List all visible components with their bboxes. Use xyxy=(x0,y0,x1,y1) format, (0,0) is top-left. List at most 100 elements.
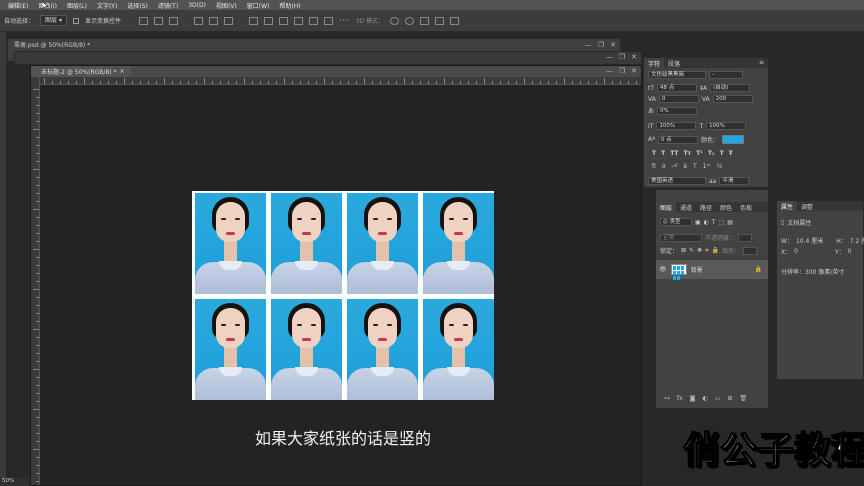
distribute-right-icon[interactable] xyxy=(323,16,333,25)
minimize-icon[interactable]: — xyxy=(585,41,592,49)
blend-mode-dropdown[interactable]: 正常 xyxy=(660,233,702,242)
lock-artboard-icon[interactable]: ⌗ xyxy=(705,247,708,255)
faux-italic-icon[interactable]: T xyxy=(661,150,665,157)
text-color-swatch[interactable] xyxy=(721,135,744,144)
panel-menu-icon[interactable]: ≡ xyxy=(755,58,768,68)
adjustment-layer-icon[interactable]: ◐ xyxy=(703,395,708,402)
auto-select-dropdown[interactable]: 图层 ▾ xyxy=(40,15,67,26)
filter-adjust-icon[interactable]: ◐ xyxy=(704,219,709,226)
link-layers-icon[interactable]: ⊶ xyxy=(664,395,670,402)
close-icon[interactable]: ✕ xyxy=(631,53,637,61)
menu-filter[interactable]: 滤镜(T) xyxy=(158,1,178,10)
show-transform-checkbox[interactable] xyxy=(72,17,79,24)
minimize-icon[interactable]: — xyxy=(606,53,613,61)
fill-field[interactable] xyxy=(743,246,757,255)
opacity-field[interactable] xyxy=(738,233,753,242)
distribute-bottom-icon[interactable] xyxy=(278,16,288,25)
tracking-field[interactable]: 200 xyxy=(712,95,753,103)
vertical-scale-field[interactable]: 100% xyxy=(656,122,697,130)
menu-view[interactable]: 视图(V) xyxy=(216,1,237,10)
font-size-field[interactable]: 48 点 xyxy=(657,84,698,92)
menu-select[interactable]: 选择(S) xyxy=(127,1,148,10)
fraction-icon[interactable]: ½ xyxy=(716,163,722,170)
layer-style-icon[interactable]: fx xyxy=(677,395,683,402)
menu-3d[interactable]: 3D(D) xyxy=(188,2,206,9)
tab-character[interactable]: 字符 xyxy=(644,58,665,68)
strikethrough-icon[interactable]: Ŧ xyxy=(729,150,733,157)
align-middle-icon[interactable] xyxy=(153,16,163,25)
swash-icon[interactable]: 𝒜 xyxy=(672,162,678,170)
tab-properties[interactable]: 属性 xyxy=(777,201,798,211)
close-icon[interactable]: ✕ xyxy=(631,67,637,75)
horizontal-scale-field[interactable]: 100% xyxy=(706,122,747,130)
align-top-icon[interactable] xyxy=(138,16,148,25)
font-style-dropdown[interactable]: - xyxy=(709,71,743,79)
layer-row-background[interactable]: 👁 背景 🔒 xyxy=(656,260,768,280)
filter-type-icon[interactable]: T xyxy=(712,219,716,226)
width-value[interactable]: 10.4 厘米 xyxy=(796,236,823,245)
subscript-icon[interactable]: T₁ xyxy=(708,150,715,157)
id-photo-sheet[interactable] xyxy=(192,191,494,400)
3d-roll-icon[interactable] xyxy=(404,16,414,25)
menu-window[interactable]: 窗口(W) xyxy=(247,1,270,10)
tsume-field[interactable]: 0% xyxy=(657,106,698,115)
vertical-ruler[interactable] xyxy=(31,77,40,485)
filter-shape-icon[interactable]: ⬚ xyxy=(719,219,725,226)
align-right-icon[interactable] xyxy=(223,16,233,25)
horizontal-ruler[interactable] xyxy=(40,77,641,85)
document-window-middle[interactable]: — ❐ ✕ xyxy=(14,51,642,65)
document-tab-front[interactable]: 未标题-2 @ 50%(RGB/8) * × xyxy=(31,66,131,77)
tab-color[interactable]: 颜色 xyxy=(716,202,736,212)
distribute-center-icon[interactable] xyxy=(308,16,318,25)
tab-swatches[interactable]: 色板 xyxy=(736,202,756,212)
align-left-icon[interactable] xyxy=(193,16,203,25)
filter-smart-icon[interactable]: ▤ xyxy=(727,219,733,226)
distribute-top-icon[interactable] xyxy=(248,16,258,25)
delete-layer-icon[interactable]: 🗑 xyxy=(739,395,747,402)
language-dropdown[interactable]: 美国英语 xyxy=(648,177,706,185)
tab-layers[interactable]: 图层 xyxy=(656,202,677,212)
lock-transparent-icon[interactable]: ⊠ xyxy=(681,247,686,254)
3d-rotate-icon[interactable] xyxy=(389,16,399,25)
tools-panel[interactable] xyxy=(0,32,6,486)
minimize-icon[interactable]: — xyxy=(606,67,613,75)
antialias-dropdown[interactable]: 平滑 xyxy=(719,177,750,185)
align-bottom-icon[interactable] xyxy=(168,16,178,25)
titling-icon[interactable]: T xyxy=(693,163,697,170)
tab-close-icon[interactable]: × xyxy=(120,68,125,75)
tab-paths[interactable]: 路径 xyxy=(696,202,716,212)
close-icon[interactable]: ✕ xyxy=(610,41,616,49)
x-value[interactable]: 0 xyxy=(794,248,798,255)
font-family-dropdown[interactable]: 文仿幼黑黑简 xyxy=(648,71,706,79)
menu-edit[interactable]: 编辑(E) xyxy=(8,1,28,10)
distribute-left-icon[interactable] xyxy=(293,16,303,25)
tab-paragraph[interactable]: 段落 xyxy=(664,58,684,68)
old-style-icon[interactable]: σ xyxy=(662,163,666,170)
lock-position-icon[interactable]: ✥ xyxy=(697,247,702,254)
lock-image-icon[interactable]: ✎ xyxy=(689,247,694,254)
3d-scale-icon[interactable] xyxy=(449,16,459,25)
leading-field[interactable]: (自动) xyxy=(710,84,751,92)
superscript-icon[interactable]: T¹ xyxy=(696,150,703,157)
ligature-icon[interactable]: fi xyxy=(652,163,656,170)
restore-icon[interactable]: ❐ xyxy=(619,67,625,75)
tab-adjustments[interactable]: 调整 xyxy=(797,201,817,211)
lock-all-icon[interactable]: 🔒 xyxy=(712,247,719,254)
distribute-middle-icon[interactable] xyxy=(263,16,273,25)
zoom-status[interactable]: 50% xyxy=(0,478,30,486)
visibility-eye-icon[interactable]: 👁 xyxy=(659,266,667,273)
more-options-icon[interactable]: ··· xyxy=(339,16,350,25)
kerning-field[interactable]: 0 xyxy=(658,95,699,103)
underline-icon[interactable]: T xyxy=(720,150,724,157)
all-caps-icon[interactable]: TT xyxy=(670,150,678,157)
3d-pan-icon[interactable] xyxy=(419,16,429,25)
document-tab-back[interactable]: 零册.psd @ 50%(RGB/8) * xyxy=(8,39,96,50)
restore-icon[interactable]: ❐ xyxy=(619,53,625,61)
ordinal-icon[interactable]: 1ˢᵗ xyxy=(703,163,711,170)
y-value[interactable]: 0 xyxy=(848,248,852,255)
menu-help[interactable]: 帮助(H) xyxy=(279,1,300,10)
small-caps-icon[interactable]: Tт xyxy=(684,150,692,157)
3d-slide-icon[interactable] xyxy=(434,16,444,25)
menu-type[interactable]: 文字(Y) xyxy=(97,1,117,10)
tab-channels[interactable]: 通道 xyxy=(676,202,696,212)
